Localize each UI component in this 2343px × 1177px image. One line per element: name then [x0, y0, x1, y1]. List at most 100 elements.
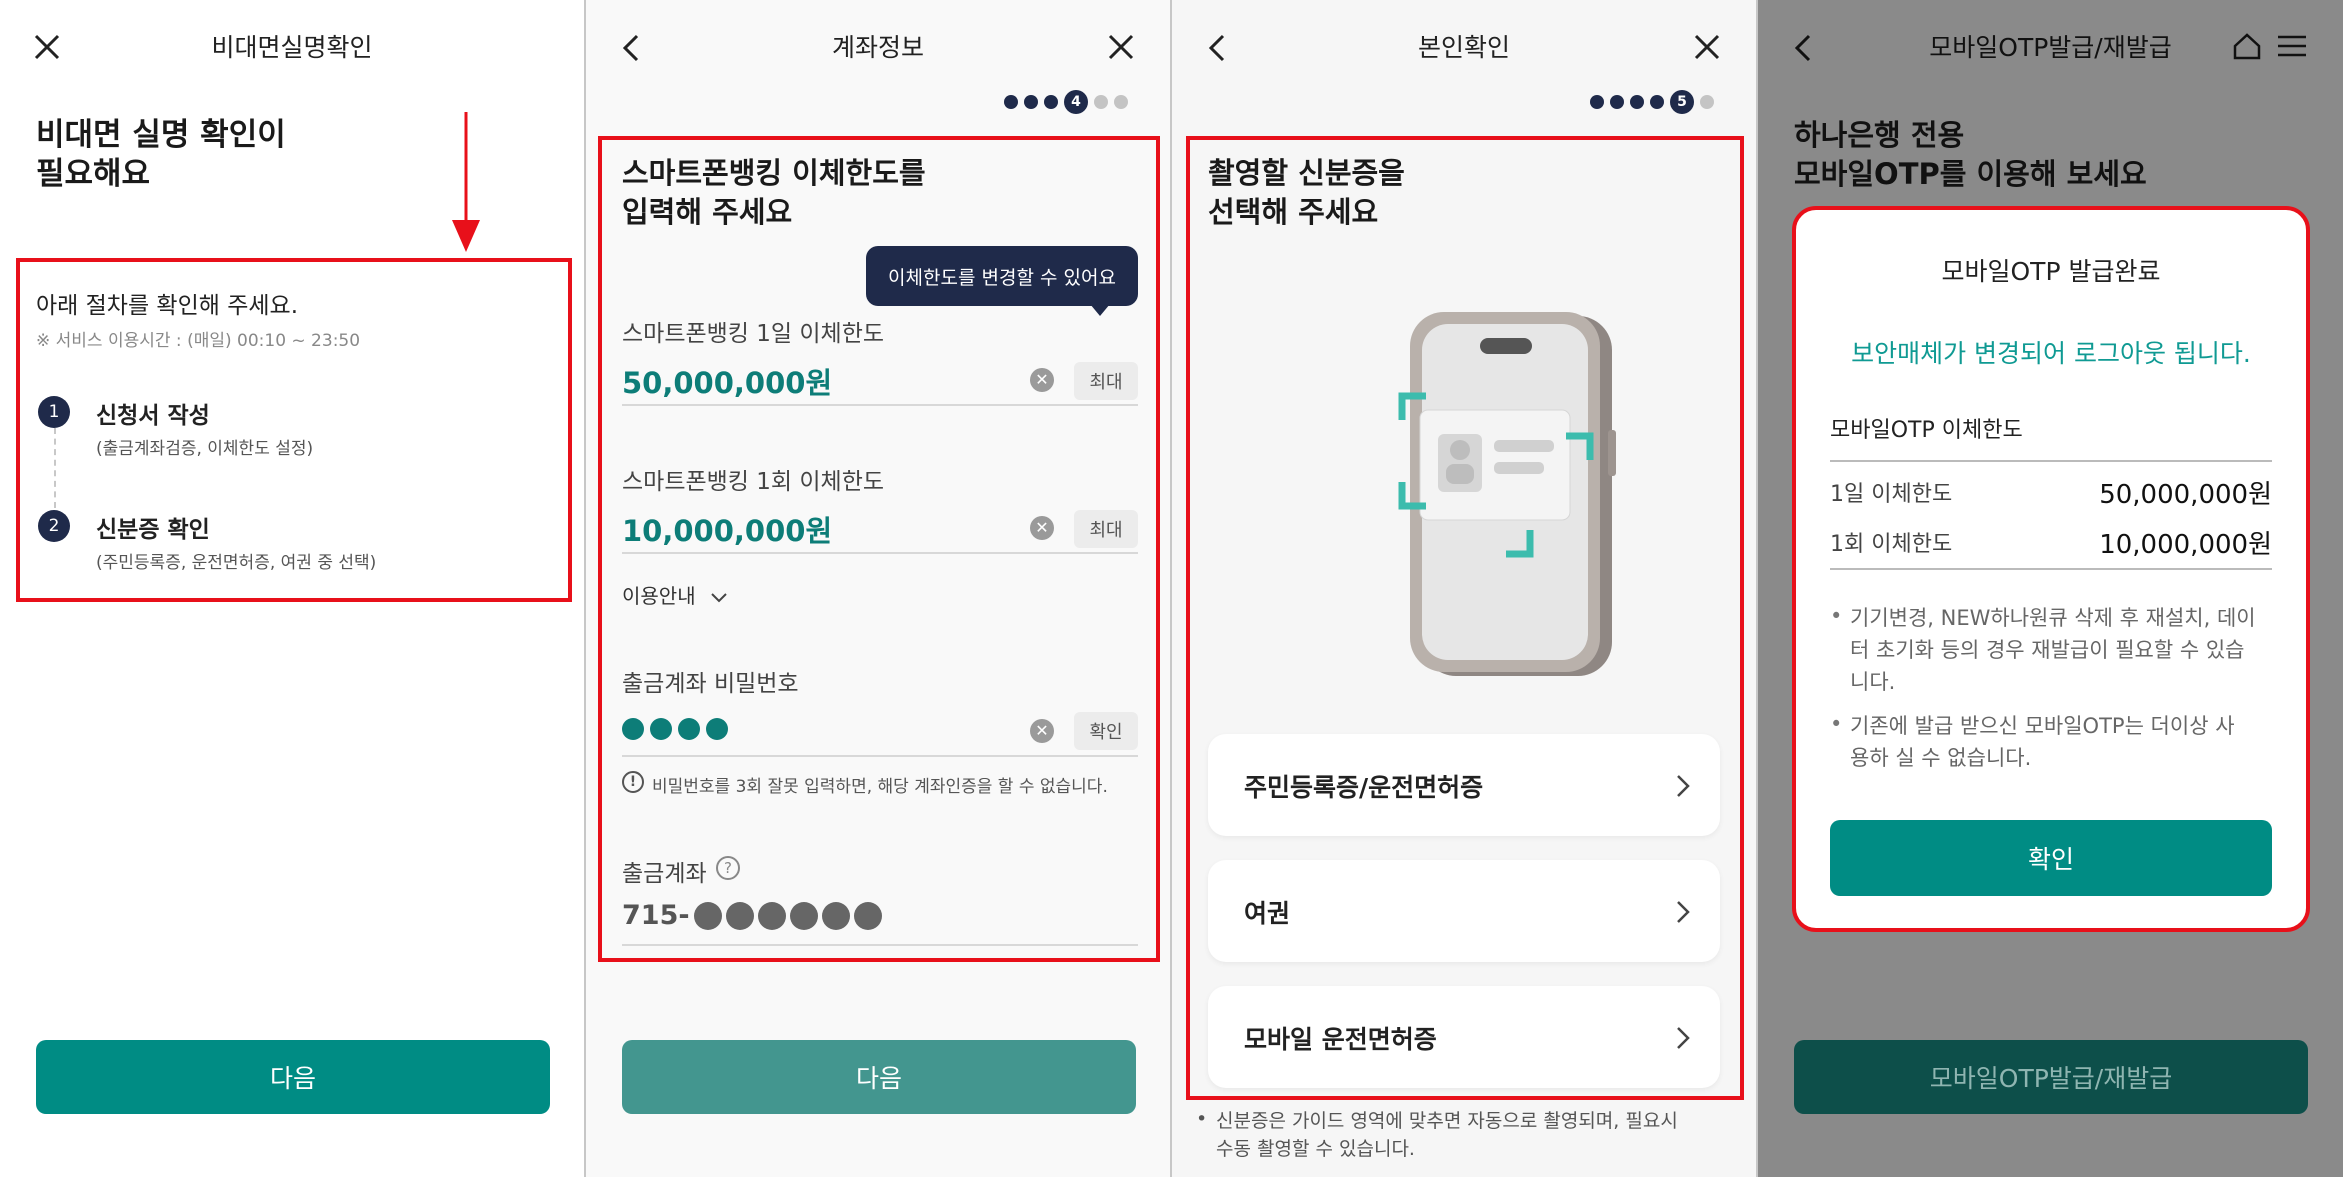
progress-dot: [1114, 95, 1128, 109]
id-option-resident-or-driver[interactable]: 주민등록증/운전면허증: [1208, 734, 1720, 836]
password-dot: [706, 718, 728, 740]
close-icon[interactable]: [1694, 34, 1720, 60]
password-dot: [678, 718, 700, 740]
step-progress: 4: [1004, 90, 1128, 114]
account-prefix: 715-: [622, 900, 690, 931]
password-dot: [622, 718, 644, 740]
progress-dot: [1650, 95, 1664, 109]
clear-icon[interactable]: ✕: [1030, 516, 1054, 540]
close-icon[interactable]: [1108, 34, 1134, 60]
capture-note-line2: 수동 촬영할 수 있습니다.: [1216, 1138, 1415, 1160]
progress-dot: [1024, 95, 1038, 109]
page-title: 비대면실명확인: [211, 33, 373, 62]
progress-dot: [1630, 95, 1644, 109]
reissue-note-line3: 니다.: [1850, 670, 1896, 694]
masked-digit: [725, 901, 754, 930]
once-limit-value: 10,000,000원: [2099, 530, 2272, 560]
usage-guide-toggle[interactable]: 이용안내: [622, 580, 728, 609]
password-warning: 비밀번호를 3회 잘못 입력하면, 해당 계좌인증을 할 수 없습니다.: [652, 777, 1108, 797]
capture-note-line1: 신분증은 가이드 영역에 맞추면 자동으로 촬영되며, 필요시: [1216, 1110, 1678, 1132]
warning-icon: !: [622, 771, 644, 793]
panel-real-name-check: 비대면실명확인 비대면 실명 확인이 필요해요 아래 절차를 확인해 주세요. …: [0, 0, 584, 1177]
id-option-mobile-driver[interactable]: 모바일 운전면허증: [1208, 986, 1720, 1088]
bullet-dot: •: [1830, 604, 1843, 628]
home-icon[interactable]: [2232, 32, 2262, 60]
service-time: ※ 서비스 이용시간 : (매일) 00:10 ~ 23:50: [36, 331, 361, 351]
heading-line1: 촬영할 신분증을: [1208, 156, 1405, 190]
heading-line2: 모바일OTP를 이용해 보세요: [1794, 157, 2147, 191]
masked-digit: [757, 901, 786, 930]
reissue-note: 기기변경, NEW하나원큐 삭제 후 재설치, 데이 터 초기화 등의 경우 재…: [1850, 602, 2256, 698]
usage-guide-label: 이용안내: [622, 584, 696, 608]
clear-icon[interactable]: ✕: [1030, 368, 1054, 392]
step-progress: 5: [1590, 90, 1714, 114]
progress-dot: [1590, 95, 1604, 109]
max-button[interactable]: 최대: [1074, 510, 1138, 548]
chevron-down-icon: [711, 592, 727, 602]
masked-digit: [853, 901, 882, 930]
password-dot: [650, 718, 672, 740]
chevron-right-icon: [1677, 901, 1690, 923]
daily-limit-label: 1일 이체한도: [1830, 482, 1953, 507]
daily-limit-input[interactable]: 50,000,000원: [622, 360, 832, 402]
logout-notice: 보안매체가 변경되어 로그아웃 됩니다.: [1851, 339, 2251, 368]
clear-icon[interactable]: ✕: [1030, 719, 1054, 743]
screenshot-collage: 비대면실명확인 비대면 실명 확인이 필요해요 아래 절차를 확인해 주세요. …: [0, 0, 2343, 1177]
chevron-right-icon: [1677, 1027, 1690, 1049]
red-arrow-annotation: [452, 112, 480, 252]
account-label: 출금계좌: [622, 861, 707, 887]
divider: [622, 552, 1138, 554]
old-otp-note-line1: 기존에 발급 받으신 모바일OTP는 더이상 사: [1850, 714, 2235, 738]
page-title: 계좌정보: [831, 33, 924, 62]
menu-icon[interactable]: [2278, 34, 2306, 58]
heading-line1: 비대면 실명 확인이: [36, 117, 286, 153]
divider: [622, 944, 1138, 946]
chevron-right-icon: [1677, 775, 1690, 797]
password-confirm-button[interactable]: 확인: [1074, 712, 1138, 750]
confirm-button[interactable]: 확인: [1830, 820, 2272, 896]
progress-dot: [1094, 95, 1108, 109]
progress-dot: [1044, 95, 1058, 109]
account-number: 715-: [622, 900, 882, 931]
procedure-title: 아래 절차를 확인해 주세요.: [36, 293, 299, 319]
once-limit-input[interactable]: 10,000,000원: [622, 508, 832, 550]
limit-section-title: 모바일OTP 이체한도: [1830, 418, 2023, 443]
masked-digit: [693, 901, 722, 930]
note-bullet: •: [1196, 1108, 1208, 1130]
password-label: 출금계좌 비밀번호: [622, 671, 799, 697]
max-button[interactable]: 최대: [1074, 362, 1138, 400]
option-label: 여권: [1244, 899, 1291, 928]
heading-line2: 필요해요: [36, 156, 151, 192]
once-limit-label: 1회 이체한도: [1830, 532, 1953, 557]
divider: [1830, 460, 2272, 462]
progress-current-step: 4: [1064, 90, 1088, 114]
next-button[interactable]: 다음: [36, 1040, 550, 1114]
step-number-badge: 2: [38, 510, 70, 542]
step-title: 신분증 확인: [96, 517, 210, 543]
step-connector: [54, 428, 56, 508]
reissue-note-line2: 터 초기화 등의 경우 재발급이 필요할 수 있습: [1850, 638, 2245, 662]
next-button[interactable]: 다음: [622, 1040, 1136, 1114]
reissue-note-line1: 기기변경, NEW하나원큐 삭제 후 재설치, 데이: [1850, 606, 2256, 630]
option-label: 주민등록증/운전면허증: [1244, 773, 1484, 802]
help-icon[interactable]: ?: [716, 856, 740, 880]
once-limit-label: 스마트폰뱅킹 1회 이체한도: [622, 469, 885, 495]
masked-digit: [789, 901, 818, 930]
daily-limit-value: 50,000,000원: [2099, 480, 2272, 510]
step-desc: (주민등록증, 운전면허증, 여권 중 선택): [96, 553, 377, 573]
step-title: 신청서 작성: [96, 403, 210, 429]
heading-line1: 스마트폰뱅킹 이체한도를: [622, 156, 926, 190]
page-title: 본인확인: [1417, 33, 1510, 62]
password-input[interactable]: [622, 718, 728, 740]
bullet-dot: •: [1830, 712, 1843, 736]
masked-digit: [821, 901, 850, 930]
phone-id-scan-illustration: [1398, 312, 1616, 676]
divider: [622, 404, 1138, 406]
panel-account-info: 계좌정보 4 스마트폰뱅킹 이체한도를 입력해 주세요 이체한도를 변경할 수 …: [586, 0, 1170, 1177]
tooltip-pointer: [1090, 304, 1110, 316]
limit-tooltip: 이체한도를 변경할 수 있어요: [866, 246, 1138, 306]
heading-line2: 선택해 주세요: [1208, 195, 1379, 229]
step-number-badge: 1: [38, 396, 70, 428]
otp-issue-button[interactable]: 모바일OTP발급/재발급: [1794, 1040, 2308, 1114]
id-option-passport[interactable]: 여권: [1208, 860, 1720, 962]
